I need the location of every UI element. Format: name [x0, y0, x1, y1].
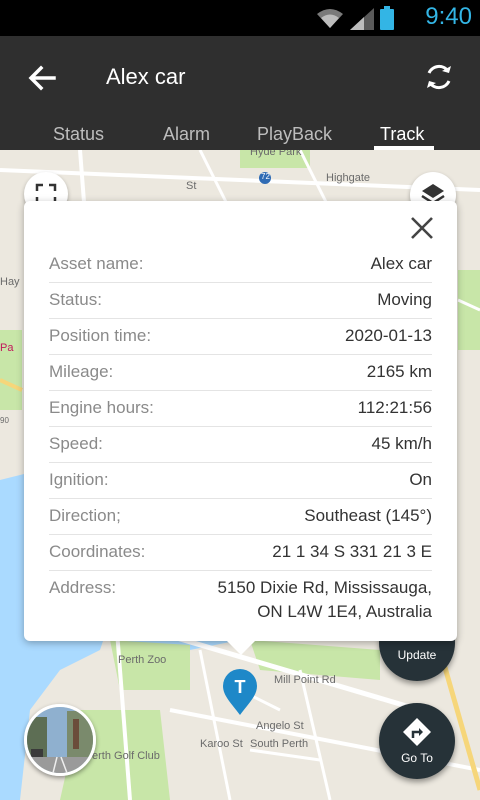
map-label-pa: Pa: [0, 342, 14, 354]
directions-icon: [403, 718, 431, 746]
tab-playback[interactable]: PlayBack: [257, 124, 332, 145]
map-label-road-90: 90: [0, 416, 9, 425]
status-label: Status:: [49, 290, 102, 309]
info-row-address: Address: 5150 Dixie Rd, Mississauga, ON …: [49, 571, 432, 624]
map-label-highgate: Highgate: [326, 172, 371, 184]
map-label-st: St: [186, 180, 197, 192]
info-row-mileage: Mileage: 2165 km: [49, 355, 432, 391]
mileage-value: 2165 km: [366, 362, 432, 381]
tab-alarm[interactable]: Alarm: [163, 124, 210, 145]
info-row-engine-hours: Engine hours: 112:21:56: [49, 391, 432, 427]
address-line-2: ON L4W 1E4, Australia: [257, 602, 432, 621]
info-rows: Asset name: Alex car Status: Moving Posi…: [49, 247, 432, 624]
status-value: Moving: [377, 290, 432, 309]
engine-hours-label: Engine hours:: [49, 398, 154, 417]
page-title: Alex car: [106, 64, 186, 89]
tab-bar: Status Alarm PlayBack Track: [0, 118, 480, 150]
back-arrow-icon[interactable]: [26, 62, 58, 94]
ignition-label: Ignition:: [49, 470, 109, 489]
speed-label: Speed:: [49, 434, 103, 453]
refresh-icon[interactable]: [424, 62, 454, 92]
speed-value: 45 km/h: [371, 434, 432, 453]
info-row-status: Status: Moving: [49, 283, 432, 319]
map-label-golf-club: erth Golf Club: [92, 750, 160, 762]
info-row-ignition: Ignition: On: [49, 463, 432, 499]
map-label-mill-point-rd: Mill Point Rd: [274, 674, 336, 686]
info-row-asset-name: Asset name: Alex car: [49, 247, 432, 283]
map-label-hyde-park: Hyde Park: [250, 150, 302, 158]
tab-status[interactable]: Status: [53, 124, 104, 145]
vehicle-marker[interactable]: T: [222, 668, 258, 716]
address-value: 5150 Dixie Rd, Mississauga, ON L4W 1E4, …: [218, 576, 432, 624]
info-row-position-time: Position time: 2020-01-13: [49, 319, 432, 355]
map-label-road-72: 72: [261, 172, 270, 181]
street-view-thumbnail[interactable]: [24, 704, 96, 776]
wifi-icon: [317, 9, 343, 28]
status-bar: 9:40: [0, 0, 480, 36]
update-label: Update: [397, 648, 437, 662]
ignition-value: On: [409, 470, 432, 489]
street-view-image: [27, 707, 93, 773]
direction-label: Direction;: [49, 506, 121, 525]
info-row-coordinates: Coordinates: 21 1 34 S 331 21 3 E: [49, 535, 432, 571]
map-label-angelo-st: Angelo St: [256, 720, 304, 732]
asset-name-label: Asset name:: [49, 254, 144, 273]
app-bar: Alex car Status Alarm PlayBack Track: [0, 36, 480, 150]
engine-hours-value: 112:21:56: [357, 398, 432, 417]
map-view[interactable]: Hyde Park Highgate 72 90 St Pa Hay Perth…: [0, 150, 480, 800]
map-label-karoo-st: Karoo St: [200, 738, 243, 750]
status-icons: [316, 6, 394, 30]
address-line-1: 5150 Dixie Rd, Mississauga,: [217, 578, 432, 597]
close-icon[interactable]: [409, 215, 435, 241]
asset-name-value: Alex car: [370, 254, 432, 273]
go-to-button[interactable]: Go To: [379, 703, 455, 779]
position-time-value: 2020-01-13: [345, 326, 432, 345]
position-time-label: Position time:: [49, 326, 152, 345]
go-to-label: Go To: [401, 751, 433, 765]
coordinates-label: Coordinates:: [49, 542, 146, 561]
info-row-direction: Direction; Southeast (145°): [49, 499, 432, 535]
direction-value: Southeast (145°): [304, 506, 432, 525]
map-label-hay: Hay: [0, 276, 20, 288]
tab-track[interactable]: Track: [380, 124, 424, 145]
map-label-perth-zoo: Perth Zoo: [118, 654, 167, 666]
vehicle-info-popup: Asset name: Alex car Status: Moving Posi…: [24, 201, 457, 655]
map-label-south-perth: South Perth: [250, 738, 309, 750]
mileage-label: Mileage:: [49, 362, 114, 381]
info-row-speed: Speed: 45 km/h: [49, 427, 432, 463]
battery-icon: [380, 6, 394, 30]
address-label: Address:: [49, 578, 117, 597]
coordinates-value: 21 1 34 S 331 21 3 E: [272, 542, 432, 561]
popup-pointer: [227, 641, 255, 655]
marker-letter: T: [235, 677, 246, 697]
signal-icon: [350, 8, 374, 30]
status-clock: 9:40: [425, 3, 472, 30]
